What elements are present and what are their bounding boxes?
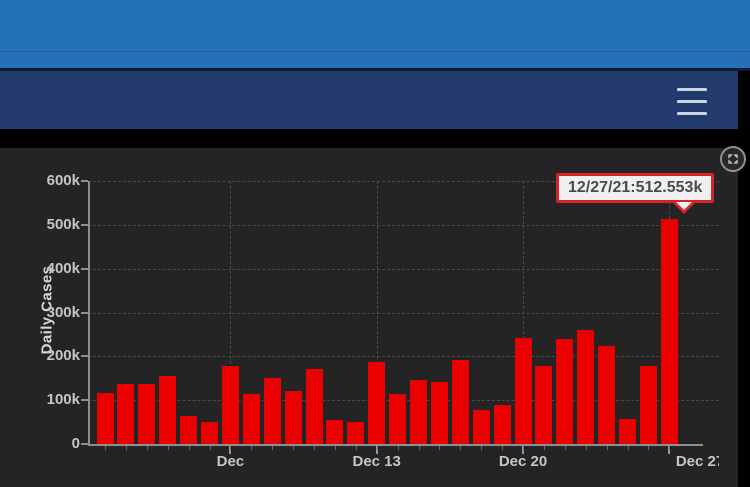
day-tick xyxy=(293,446,294,450)
day-tick xyxy=(607,446,608,450)
daily-cases-bar[interactable] xyxy=(577,330,594,444)
daily-cases-bar[interactable] xyxy=(515,338,532,444)
daily-cases-bar[interactable] xyxy=(347,422,364,444)
day-tick xyxy=(210,446,211,450)
daily-cases-bar[interactable] xyxy=(201,422,218,444)
expand-button[interactable] xyxy=(720,146,746,172)
daily-cases-bar[interactable] xyxy=(243,394,260,444)
daily-cases-chart-panel: Daily Cases 0100k200k300k400k500k600k De… xyxy=(0,148,738,487)
x-tick-label: Dec 27 xyxy=(676,453,719,470)
daily-cases-bar[interactable] xyxy=(598,346,615,444)
day-tick xyxy=(147,446,148,450)
y-tick-label: 600k xyxy=(0,172,80,190)
day-tick xyxy=(586,446,587,450)
day-tick xyxy=(669,446,670,450)
y-axis-tick xyxy=(81,399,88,401)
day-tick xyxy=(251,446,252,450)
daily-cases-bar[interactable] xyxy=(222,366,239,444)
y-axis-tick xyxy=(81,312,88,314)
h-gridline xyxy=(88,356,719,357)
day-tick xyxy=(168,446,169,450)
day-tick xyxy=(460,446,461,450)
y-tick-label: 0 xyxy=(0,435,80,453)
y-tick-label: 500k xyxy=(0,216,80,234)
y-tick-label: 300k xyxy=(0,304,80,322)
y-axis-line xyxy=(88,181,90,444)
day-tick xyxy=(230,446,231,450)
day-tick xyxy=(335,446,336,450)
x-axis-labels: Dec Dec 13 Dec 20 Dec 27 xyxy=(0,453,719,475)
daily-cases-bar[interactable] xyxy=(285,391,302,444)
day-tick xyxy=(648,446,649,450)
day-tick xyxy=(314,446,315,450)
daily-cases-bar[interactable] xyxy=(97,393,114,444)
x-tick-label: Dec xyxy=(217,453,245,470)
daily-cases-bar[interactable] xyxy=(619,419,636,444)
day-tick xyxy=(126,446,127,450)
daily-cases-bar[interactable] xyxy=(138,384,155,444)
day-tick xyxy=(398,446,399,450)
day-tick xyxy=(272,446,273,450)
daily-cases-bar[interactable] xyxy=(431,382,448,444)
day-tick xyxy=(502,446,503,450)
day-tick xyxy=(523,446,524,450)
y-axis-tick xyxy=(81,180,88,182)
day-tick xyxy=(419,446,420,450)
h-gridline xyxy=(88,313,719,314)
daily-cases-bar[interactable] xyxy=(306,369,323,444)
day-tick xyxy=(105,446,106,450)
day-tick xyxy=(628,446,629,450)
y-axis-tick xyxy=(81,224,88,226)
daily-cases-bar[interactable] xyxy=(556,339,573,444)
daily-cases-bar[interactable] xyxy=(452,360,469,444)
x-tick-label: Dec 13 xyxy=(353,453,401,470)
app-header-bar xyxy=(0,0,750,68)
y-axis-tick xyxy=(81,443,88,445)
daily-cases-bar[interactable] xyxy=(473,410,490,444)
menu-button[interactable] xyxy=(672,84,712,118)
daily-cases-bar[interactable] xyxy=(117,384,134,444)
spacer-strip xyxy=(0,129,750,148)
y-tick-label: 100k xyxy=(0,391,80,409)
daily-cases-bar[interactable] xyxy=(410,380,427,444)
x-tick-label: Dec 20 xyxy=(499,453,547,470)
daily-cases-bar[interactable] xyxy=(494,405,511,444)
tooltip-text: 12/27/21:512.553k xyxy=(568,179,702,196)
y-axis-tick xyxy=(81,355,88,357)
expand-arrows-icon xyxy=(725,151,741,167)
daily-cases-bar[interactable] xyxy=(180,416,197,444)
day-tick xyxy=(356,446,357,450)
chart-tooltip: 12/27/21:512.553k xyxy=(556,173,714,203)
daily-cases-bar[interactable] xyxy=(159,376,176,444)
day-tick xyxy=(565,446,566,450)
daily-cases-bar[interactable] xyxy=(661,219,678,444)
daily-cases-bar[interactable] xyxy=(326,420,343,444)
header-seam xyxy=(0,51,750,52)
daily-cases-bar[interactable] xyxy=(264,378,281,444)
daily-cases-bar[interactable] xyxy=(389,394,406,444)
h-gridline xyxy=(88,269,719,270)
y-tick-label: 400k xyxy=(0,260,80,278)
x-axis-line xyxy=(88,444,703,446)
nav-bar xyxy=(0,71,738,129)
day-tick xyxy=(481,446,482,450)
day-tick xyxy=(377,446,378,450)
h-gridline xyxy=(88,225,719,226)
daily-cases-bar[interactable] xyxy=(368,362,385,444)
y-axis-tick xyxy=(81,268,88,270)
daily-cases-bar[interactable] xyxy=(535,366,552,444)
y-tick-label: 200k xyxy=(0,347,80,365)
day-tick xyxy=(544,446,545,450)
day-tick xyxy=(439,446,440,450)
daily-cases-bar[interactable] xyxy=(640,366,657,444)
day-tick xyxy=(189,446,190,450)
